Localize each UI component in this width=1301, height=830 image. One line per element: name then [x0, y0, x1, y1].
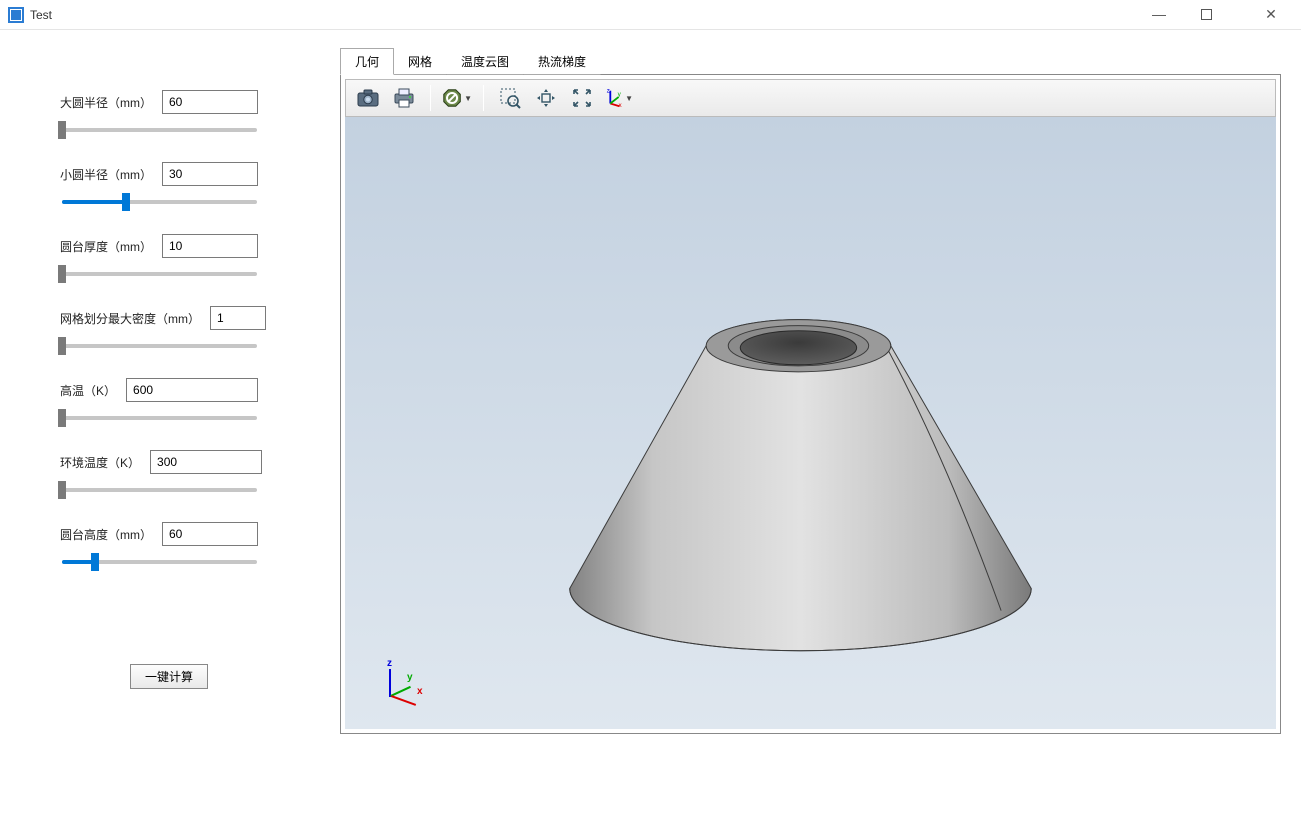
- mesh-density-input[interactable]: [210, 306, 266, 330]
- svg-text:y: y: [618, 91, 622, 98]
- param-label: 小圆半径（mm）: [60, 166, 152, 183]
- svg-text:x: x: [619, 102, 623, 109]
- axis-y-label: y: [407, 672, 413, 683]
- thickness-input[interactable]: [162, 234, 258, 258]
- high-temp-slider[interactable]: [62, 416, 257, 420]
- param-mesh-density: 网格划分最大密度（mm）: [60, 306, 310, 348]
- param-label: 高温（K）: [60, 382, 116, 399]
- height-slider[interactable]: [62, 560, 257, 564]
- param-large-radius: 大圆半径（mm）: [60, 90, 310, 132]
- parameter-panel: 大圆半径（mm） 小圆半径（mm） 圆台厚度（mm）: [0, 30, 340, 830]
- tab-temp-contour[interactable]: 温度云图: [446, 48, 524, 75]
- axis-z-line: [389, 669, 391, 697]
- main-content: 大圆半径（mm） 小圆半径（mm） 圆台厚度（mm）: [0, 30, 1301, 830]
- printer-icon[interactable]: [388, 83, 420, 113]
- tab-geometry[interactable]: 几何: [340, 48, 394, 75]
- large-radius-input[interactable]: [162, 90, 258, 114]
- mesh-density-slider[interactable]: [62, 344, 257, 348]
- large-radius-slider[interactable]: [62, 128, 257, 132]
- axis-z-label: z: [387, 658, 392, 669]
- param-label: 大圆半径（mm）: [60, 94, 152, 111]
- viewer-panel: 几何 网格 温度云图 热流梯度 ▼: [340, 30, 1301, 830]
- calculate-button[interactable]: 一键计算: [130, 664, 208, 689]
- minimize-button[interactable]: [1145, 6, 1173, 23]
- pan-icon[interactable]: [530, 83, 562, 113]
- geometry-render: [345, 117, 1276, 729]
- param-label: 圆台厚度（mm）: [60, 238, 152, 255]
- zoom-window-icon[interactable]: [494, 83, 526, 113]
- small-radius-slider[interactable]: [62, 200, 257, 204]
- axis-indicator: z y x: [385, 647, 441, 703]
- param-high-temp: 高温（K）: [60, 378, 310, 420]
- thickness-slider[interactable]: [62, 272, 257, 276]
- axis-icon[interactable]: z x y ▼: [602, 83, 634, 113]
- viewport-3d[interactable]: z y x: [345, 117, 1276, 729]
- param-label: 网格划分最大密度（mm）: [60, 310, 200, 327]
- stop-sign-icon[interactable]: ▼: [441, 83, 473, 113]
- viewer-frame: ▼: [340, 74, 1281, 734]
- param-label: 环境温度（K）: [60, 454, 140, 471]
- app-icon: [8, 7, 24, 23]
- axis-x-label: x: [417, 686, 423, 697]
- small-radius-input[interactable]: [162, 162, 258, 186]
- toolbar-separator: [430, 85, 431, 111]
- tab-mesh[interactable]: 网格: [393, 48, 447, 75]
- window-title: Test: [30, 8, 52, 22]
- param-height: 圆台高度（mm）: [60, 522, 310, 564]
- param-small-radius: 小圆半径（mm）: [60, 162, 310, 204]
- param-label: 圆台高度（mm）: [60, 526, 152, 543]
- height-input[interactable]: [162, 522, 258, 546]
- svg-text:z: z: [607, 88, 610, 95]
- ambient-temp-slider[interactable]: [62, 488, 257, 492]
- tab-bar: 几何 网格 温度云图 热流梯度: [340, 48, 1281, 75]
- window-controls: [1145, 6, 1293, 23]
- ambient-temp-input[interactable]: [150, 450, 262, 474]
- title-bar: Test: [0, 0, 1301, 30]
- param-thickness: 圆台厚度（mm）: [60, 234, 310, 276]
- camera-icon[interactable]: [352, 83, 384, 113]
- high-temp-input[interactable]: [126, 378, 258, 402]
- maximize-button[interactable]: [1201, 6, 1229, 23]
- close-button[interactable]: [1257, 6, 1285, 23]
- zoom-extents-icon[interactable]: [566, 83, 598, 113]
- param-ambient-temp: 环境温度（K）: [60, 450, 310, 492]
- toolbar-separator: [483, 85, 484, 111]
- tab-heat-flux[interactable]: 热流梯度: [523, 48, 601, 75]
- viewer-toolbar: ▼: [345, 79, 1276, 117]
